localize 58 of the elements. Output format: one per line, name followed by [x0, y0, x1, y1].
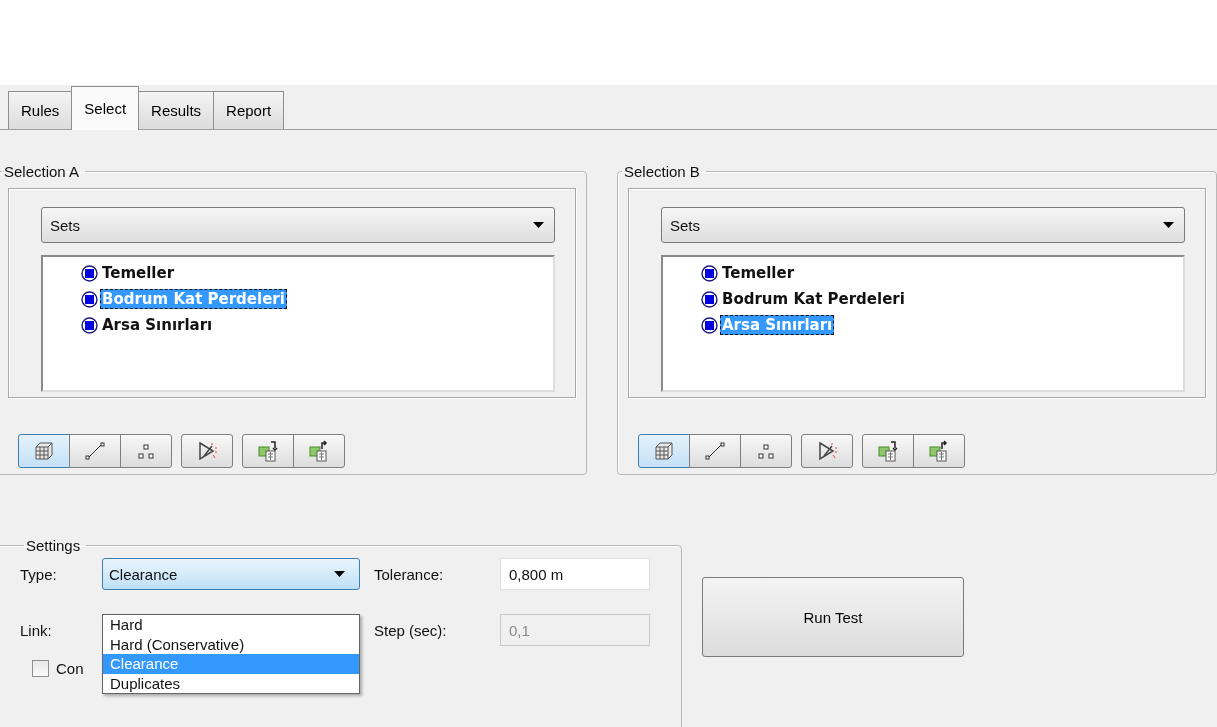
toolbar-button[interactable] [242, 434, 294, 468]
caret-icon [1163, 222, 1174, 228]
source-dropdown[interactable]: Sets [661, 207, 1185, 243]
triangle-icon [816, 440, 838, 462]
group-title: Settings [26, 537, 81, 554]
run-test-button[interactable]: Run Test [702, 577, 964, 657]
caret-icon [334, 571, 345, 577]
toolbar-button[interactable] [18, 434, 70, 468]
field-label: Type: [20, 565, 58, 583]
line-segment-icon [84, 440, 106, 462]
table-up-arrow-icon [308, 440, 330, 462]
toolbar-button[interactable] [181, 434, 233, 468]
toolbar-button[interactable] [638, 434, 690, 468]
set-item[interactable]: Bodrum Kat Perdeleri [720, 289, 907, 309]
set-list[interactable]: Temeller Bodrum Kat Perdeleri Arsa Sınırları [41, 255, 555, 392]
toolbar-button[interactable] [740, 434, 792, 468]
caret-icon [533, 222, 544, 228]
set-icon [701, 290, 718, 308]
table-down-arrow-icon [257, 440, 279, 462]
tolerance-field[interactable]: 0,800 m [500, 558, 650, 590]
checkbox[interactable] [32, 660, 49, 677]
group-title: Selection B [624, 163, 700, 180]
set-icon [701, 264, 718, 282]
tab[interactable]: Report [213, 91, 285, 129]
toolbar-button[interactable] [69, 434, 121, 468]
set-item[interactable]: Temeller [100, 263, 177, 283]
group-title: Selection A [4, 163, 80, 180]
source-dropdown[interactable]: Sets [41, 207, 555, 243]
set-icon [81, 290, 98, 308]
cube-icon [653, 440, 675, 462]
set-item[interactable]: Temeller [720, 263, 797, 283]
set-icon [81, 264, 98, 282]
toolbar-button[interactable] [801, 434, 853, 468]
dropdown-option[interactable]: Duplicates [103, 673, 359, 693]
toolbar-button[interactable] [689, 434, 741, 468]
set-icon [81, 316, 98, 334]
field-label: Tolerance: [374, 565, 445, 583]
toolbar-button[interactable] [913, 434, 965, 468]
set-icon [701, 316, 718, 334]
set-item[interactable]: Arsa Sınırları [100, 315, 215, 335]
triangle-icon [196, 440, 218, 462]
table-down-arrow-icon [877, 440, 899, 462]
tab[interactable]: Rules [8, 91, 73, 129]
dropdown-option[interactable]: Hard [103, 615, 359, 635]
toolbar-button[interactable] [862, 434, 914, 468]
set-list[interactable]: Temeller Bodrum Kat Perdeleri Arsa Sınırları [661, 255, 1185, 392]
field-label: Step (sec): [374, 621, 448, 639]
dropdown-option[interactable]: Hard (Conservative) [103, 634, 359, 654]
field-label: Link: [20, 621, 53, 639]
line-segment-icon [704, 440, 726, 462]
checkbox-label: Con [56, 660, 84, 677]
tab[interactable]: Results [138, 91, 215, 129]
tab[interactable]: Select [71, 86, 140, 130]
cube-icon [33, 440, 55, 462]
table-up-arrow-icon [928, 440, 950, 462]
type-dropdown[interactable]: Clearance [102, 558, 360, 590]
toolbar-button[interactable] [293, 434, 345, 468]
toolbar-button[interactable] [120, 434, 172, 468]
